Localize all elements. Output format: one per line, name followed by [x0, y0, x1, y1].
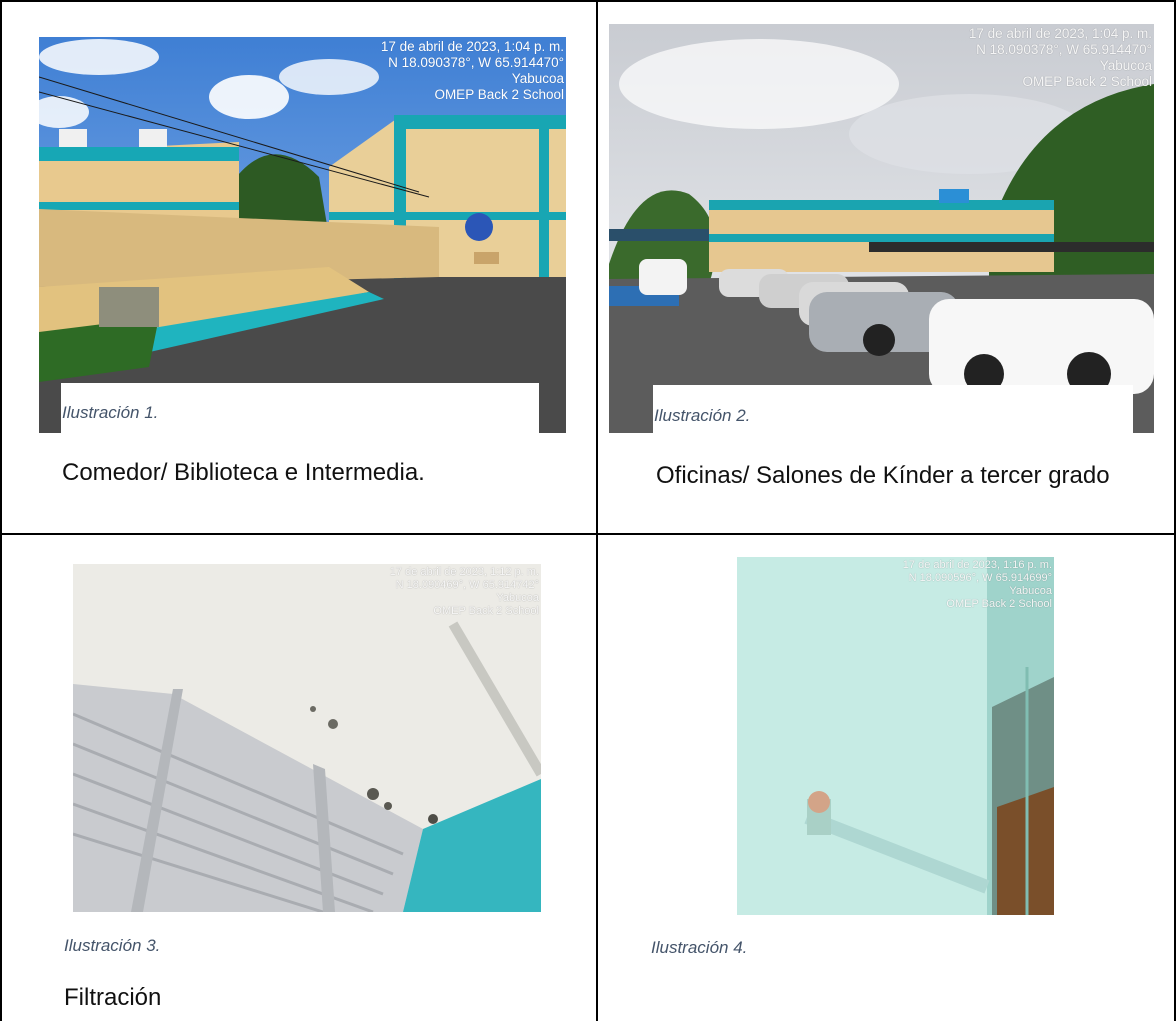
stamp-coordinates: N 18.090596°, W 65.914699°	[908, 572, 1052, 584]
stamp-project: OMEP Back 2 School	[1022, 74, 1152, 89]
photo-school-parking-2: 17 de abril de 2023, 1:04 p. m. N 18.090…	[609, 24, 1154, 433]
table-row-divider	[0, 533, 1176, 535]
cell-description: Oficinas/ Salones de Kínder a tercer gra…	[656, 462, 1110, 489]
stamp-project: OMEP Back 2 School	[434, 87, 564, 102]
stamp-project: OMEP Back 2 School	[433, 605, 539, 617]
photo-timestamp-overlay: 17 de abril de 2023, 1:16 p. m. N 18.090…	[903, 559, 1052, 611]
stamp-date: 17 de abril de 2023, 1:16 p. m.	[902, 559, 1052, 571]
stamp-date: 17 de abril de 2023, 1:12 p. m.	[389, 566, 539, 578]
photo-wall-conduit-4: 17 de abril de 2023, 1:16 p. m. N 18.090…	[737, 557, 1054, 915]
stamp-location: Yabucoa	[1099, 58, 1152, 73]
cell-description: Comedor/ Biblioteca e Intermedia.	[62, 459, 425, 486]
stamp-location: Yabucoa	[496, 592, 539, 604]
photo-timestamp-overlay: 17 de abril de 2023, 1:12 p. m. N 18.090…	[390, 566, 539, 618]
figure-caption: Ilustración 2.	[654, 406, 751, 425]
table-border-left	[0, 0, 2, 1021]
stamp-date: 17 de abril de 2023, 1:04 p. m.	[380, 39, 564, 54]
figure-caption: Ilustración 4.	[651, 938, 748, 957]
stamp-coordinates: N 18.090378°, W 65.914470°	[976, 42, 1152, 57]
photo-ceiling-leak-3: 17 de abril de 2023, 1:12 p. m. N 18.090…	[73, 564, 541, 912]
photo-timestamp-overlay: 17 de abril de 2023, 1:04 p. m. N 18.090…	[969, 26, 1152, 90]
photo-timestamp-overlay: 17 de abril de 2023, 1:04 p. m. N 18.090…	[381, 39, 564, 103]
table-border-top	[0, 0, 1176, 2]
stamp-coordinates: N 18.090469°, W 65.914742°	[395, 579, 539, 591]
stamp-location: Yabucoa	[1009, 585, 1052, 597]
figure-caption: Ilustración 1.	[62, 403, 159, 422]
table-column-divider	[596, 0, 598, 1021]
stamp-project: OMEP Back 2 School	[946, 598, 1052, 610]
stamp-date: 17 de abril de 2023, 1:04 p. m.	[968, 26, 1152, 41]
document-page: 17 de abril de 2023, 1:04 p. m. N 18.090…	[0, 0, 1176, 1021]
figure-caption: Ilustración 3.	[64, 936, 161, 955]
photo-school-exterior-1: 17 de abril de 2023, 1:04 p. m. N 18.090…	[39, 37, 566, 433]
stamp-location: Yabucoa	[511, 71, 564, 86]
cell-description: Filtración	[64, 984, 162, 1011]
stamp-coordinates: N 18.090378°, W 65.914470°	[388, 55, 564, 70]
